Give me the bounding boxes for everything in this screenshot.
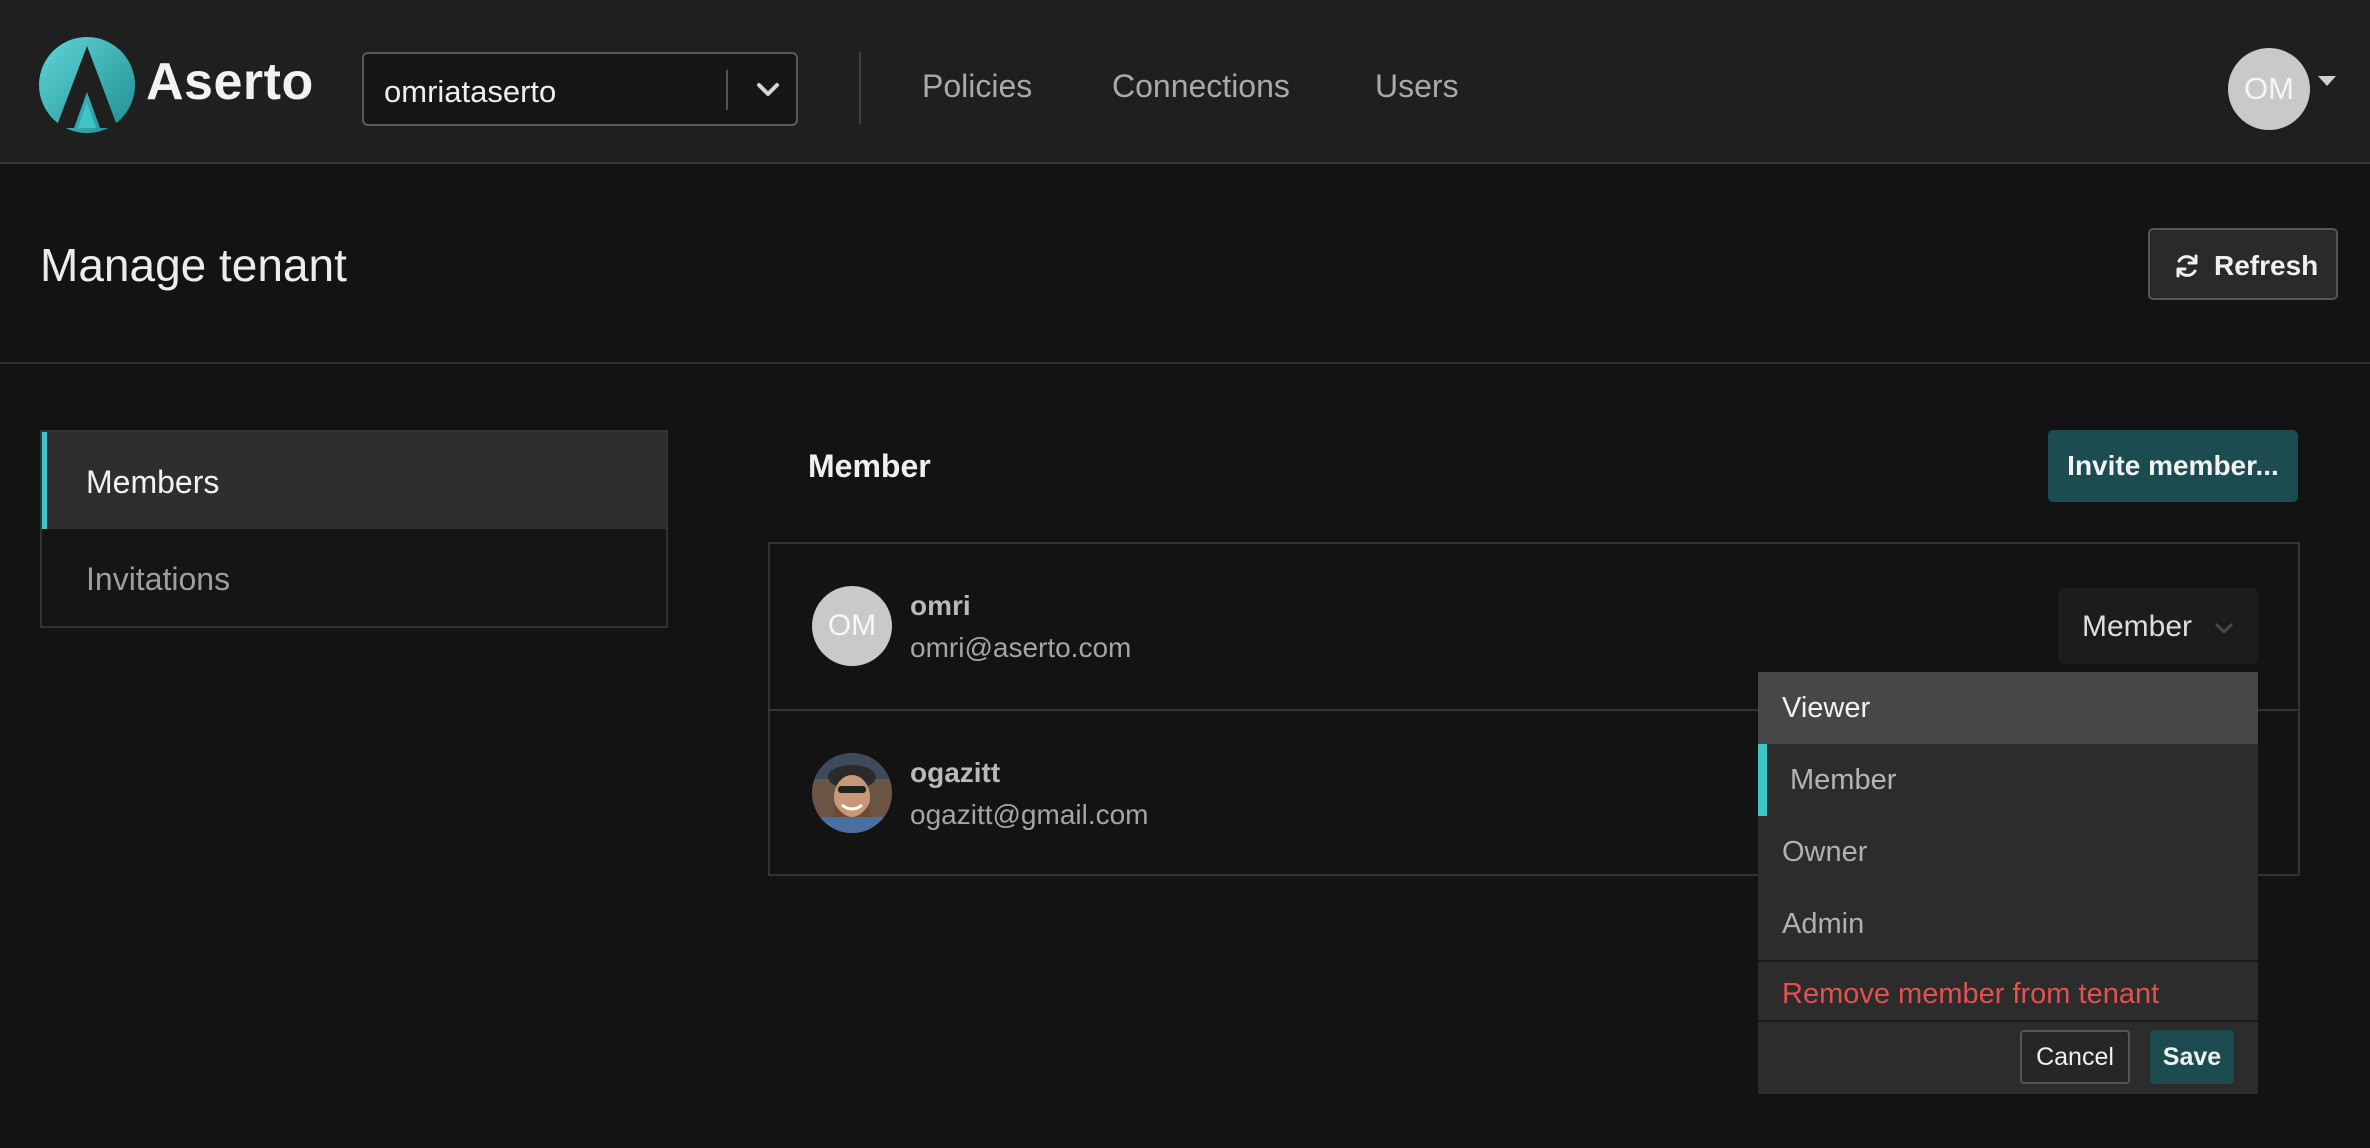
top-navbar: Aserto omriataserto Policies Connections… [0,0,2370,164]
members-section-title: Member [808,448,931,484]
active-indicator [42,432,47,529]
sidebar-item-label: Members [86,464,220,500]
tenant-select[interactable]: omriataserto [362,52,798,126]
role-select[interactable]: Member [2058,588,2258,664]
selected-indicator [1758,744,1767,816]
remove-member-link[interactable]: Remove member from tenant [1782,978,2159,1011]
refresh-button-label: Refresh [2214,250,2319,281]
refresh-icon [2176,254,2198,278]
sidebar-item-label: Invitations [86,561,231,597]
role-option-label: Member [1790,764,1897,796]
nav-policies[interactable]: Policies [922,68,1032,105]
tenant-select-value: omriataserto [384,74,557,109]
cancel-button[interactable]: Cancel [2020,1030,2130,1084]
sidebar-item-members[interactable]: Members [42,432,666,529]
role-dropdown-menu: Viewer Member Owner Admin Remove member … [1758,672,2258,1094]
chevron-down-icon [2215,623,2233,634]
member-email: omri@aserto.com [910,632,1132,663]
role-option-label: Viewer [1782,692,1871,724]
invite-member-button[interactable]: Invite member... [2048,430,2298,502]
sidebar-item-invitations[interactable]: Invitations [42,529,666,626]
section-divider [0,362,2370,364]
role-option-owner[interactable]: Owner [1758,816,2258,888]
member-email: ogazitt@gmail.com [910,799,1149,830]
dropdown-divider [1758,960,2258,962]
settings-sidebar: Members Invitations [40,430,668,628]
user-photo-icon [812,753,892,833]
chevron-down-icon[interactable] [748,70,788,110]
role-option-member[interactable]: Member [1758,744,2258,816]
avatar [812,753,892,833]
nav-users[interactable]: Users [1375,68,1459,105]
role-option-admin[interactable]: Admin [1758,888,2258,960]
header-divider [859,52,861,124]
member-name: omri [910,590,971,621]
role-option-label: Owner [1782,836,1868,868]
member-name: ogazitt [910,757,1001,788]
dropdown-divider [1758,1020,2258,1022]
caret-down-icon[interactable] [2318,76,2336,86]
page-title: Manage tenant [40,239,347,291]
save-button[interactable]: Save [2150,1030,2234,1084]
refresh-button[interactable]: Refresh [2148,228,2338,300]
role-option-label: Admin [1782,908,1865,940]
avatar: OM [812,586,892,666]
app-logo-text: Aserto [146,53,314,111]
nav-connections[interactable]: Connections [1112,68,1290,105]
role-option-viewer[interactable]: Viewer [1758,672,2258,744]
user-avatar[interactable]: OM [2228,48,2310,130]
aserto-logo-icon[interactable] [38,36,136,134]
tenant-select-separator [726,70,728,110]
role-select-value: Member [2082,610,2193,643]
